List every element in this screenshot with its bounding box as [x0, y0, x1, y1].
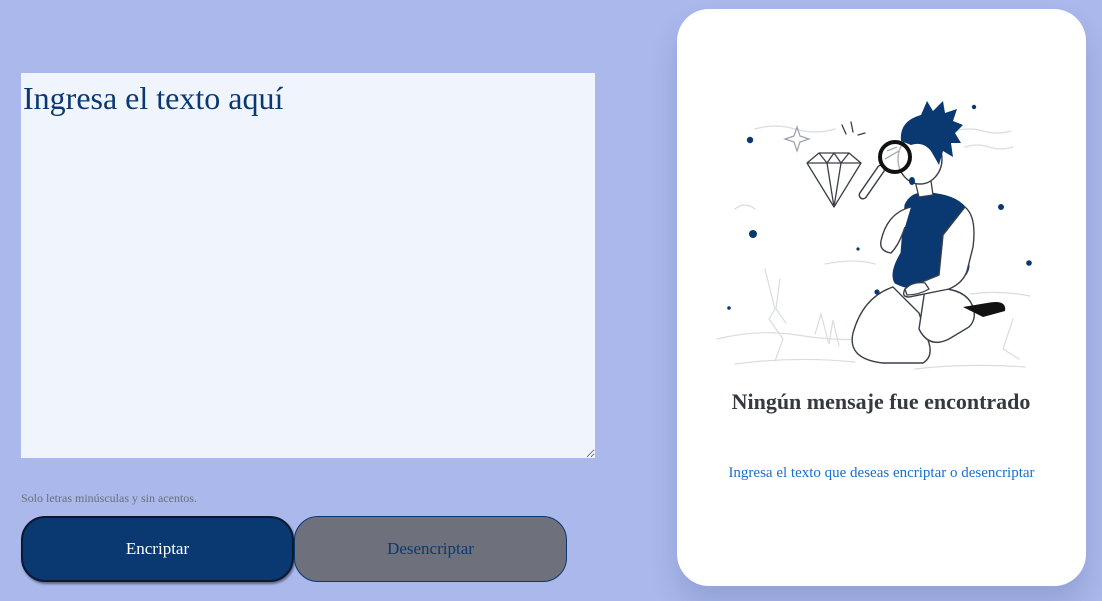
encrypt-button-label: Encriptar [125, 539, 190, 558]
page: Solo letras minúsculas y sin acentos. En… [0, 0, 1102, 601]
decrypt-button[interactable]: Desencriptar [294, 516, 567, 582]
empty-state-text: Ingresa el texto que deseas encriptar o … [728, 465, 1035, 481]
encrypt-button[interactable]: Encriptar [21, 516, 294, 582]
empty-state-title: Ningún mensaje fue encontrado [731, 389, 1031, 414]
hint-text: Solo letras minúsculas y sin acentos. [21, 491, 197, 505]
text-input[interactable] [21, 73, 595, 458]
person-with-magnifier-illustration [716, 101, 1032, 370]
output-panel: Ningún mensaje fue encontrado Ingresa el… [677, 9, 1086, 586]
decrypt-button-label: Desencriptar [387, 539, 474, 558]
hint: Solo letras minúsculas y sin acentos. [21, 491, 197, 506]
